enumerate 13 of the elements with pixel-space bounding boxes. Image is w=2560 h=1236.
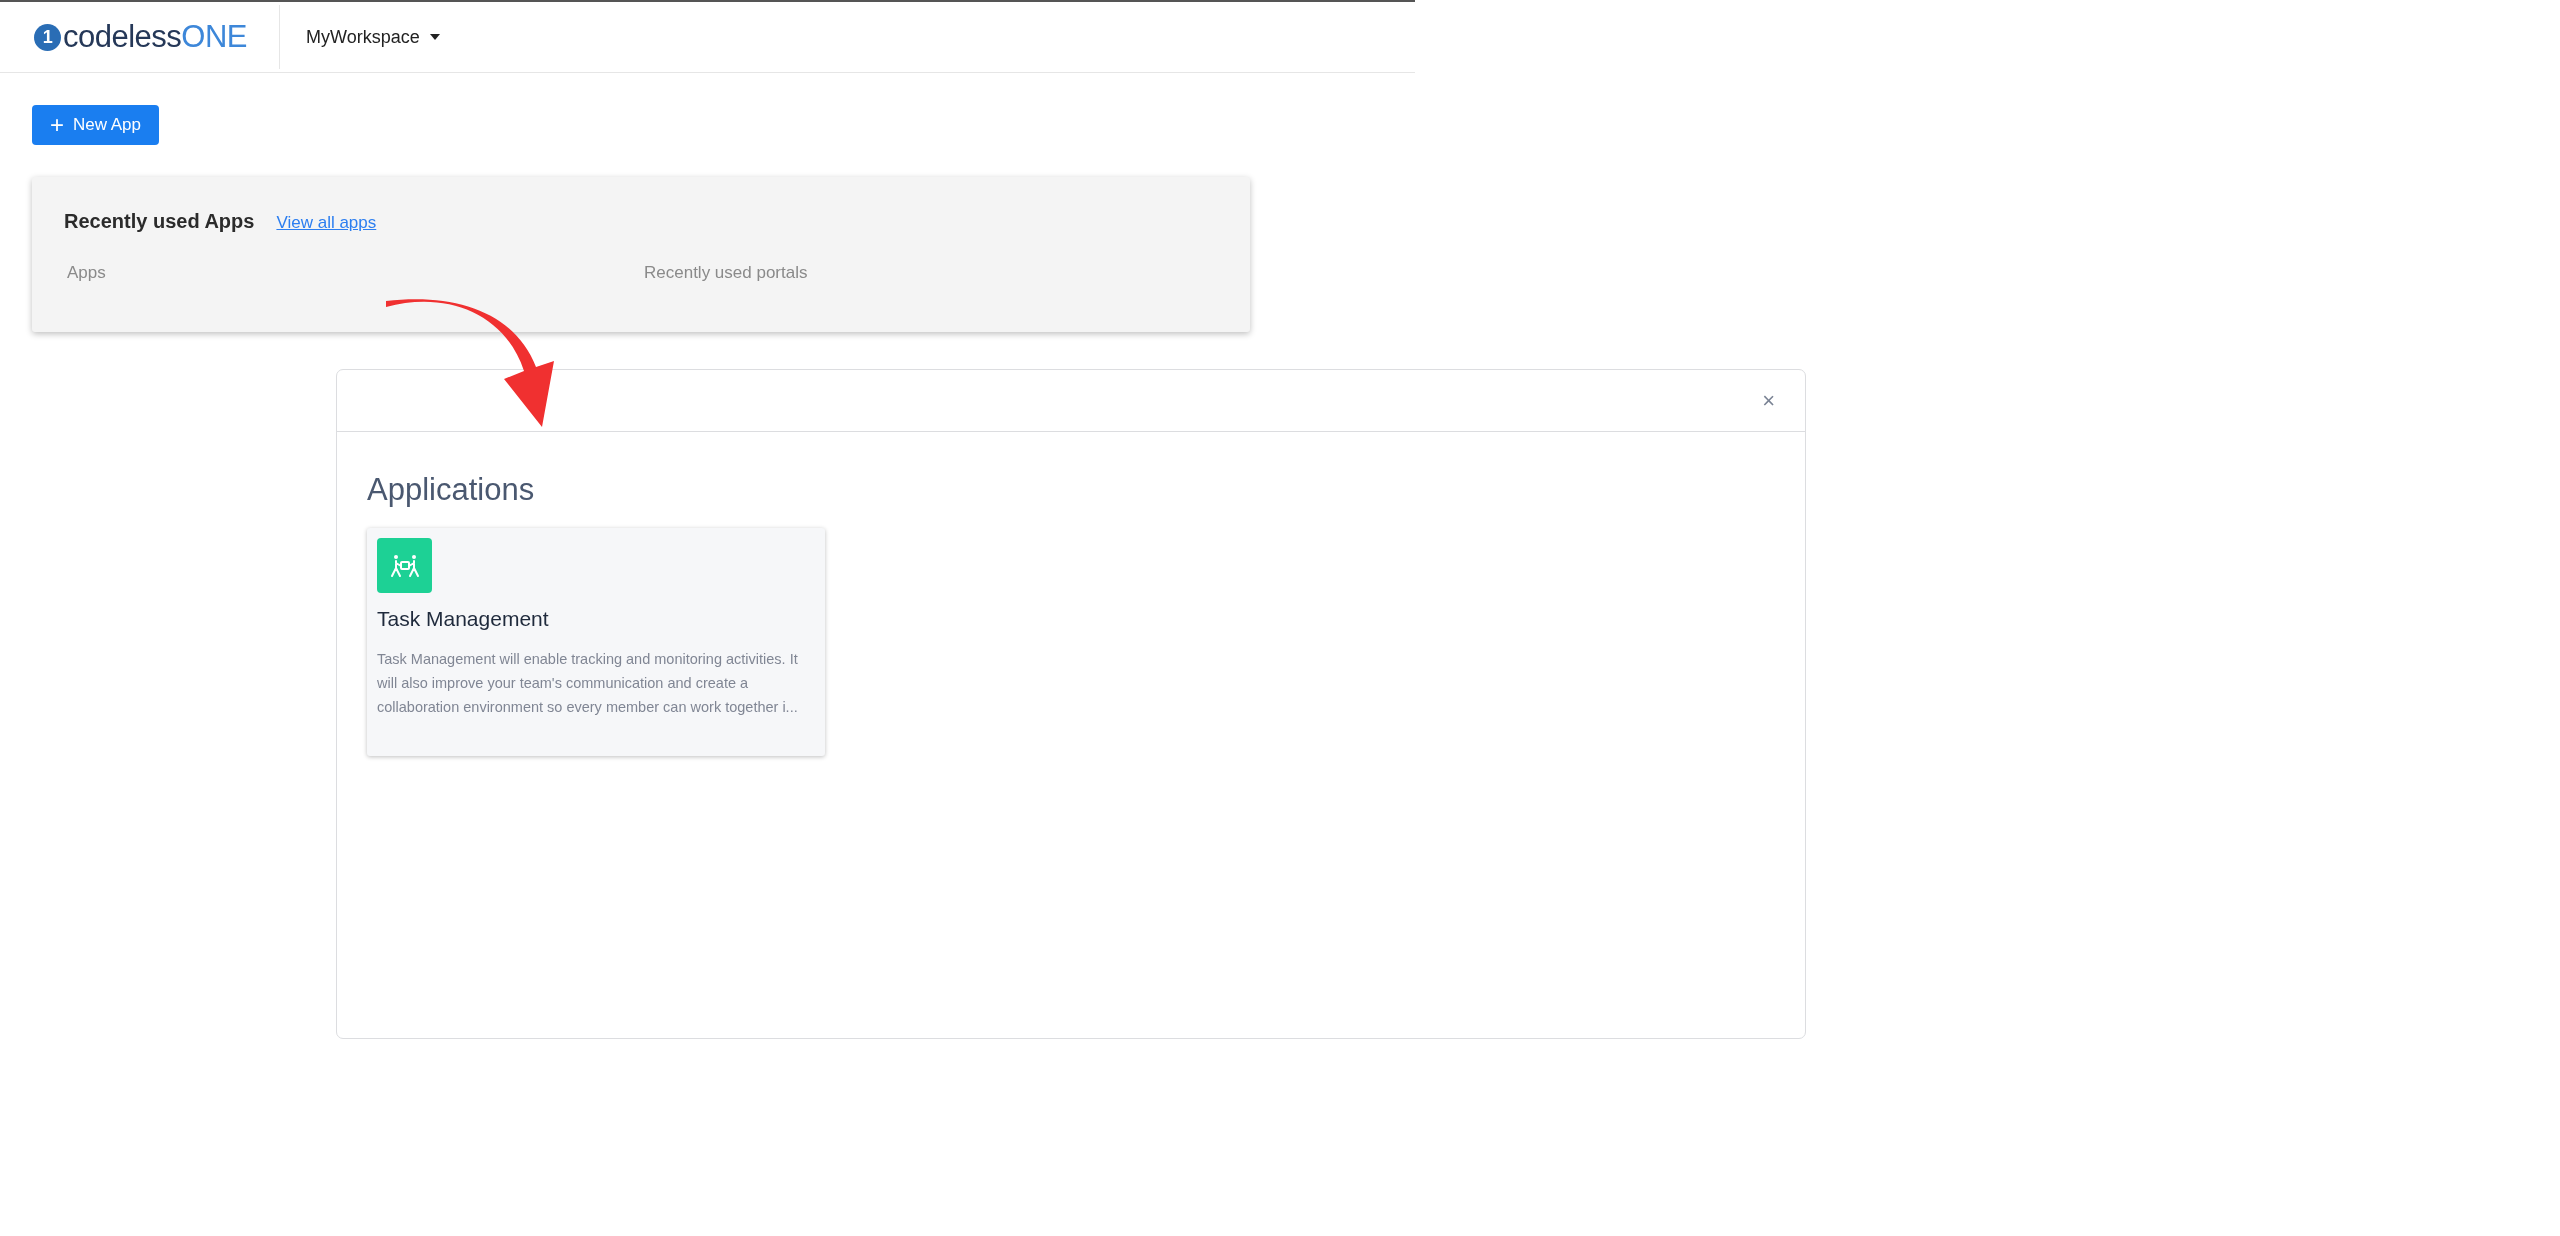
dialog-title: Applications [367,472,536,508]
view-all-apps-link[interactable]: View all apps [276,213,377,233]
column-heading: Apps [67,263,107,283]
column-heading: Recently used portals [644,263,808,283]
panel-title: Recently used Apps [64,210,255,233]
logo[interactable]: 1 codelessONE [34,19,248,55]
app-card[interactable] [367,528,825,756]
caret-icon [429,34,440,40]
workspace-dropdown[interactable]: MyWorkspace [306,22,440,52]
app-description: Task Management will enable tracking and monitoring activities. It will also improve your team's communication and create a collaboration environment so every member can work together i... [377,650,799,717]
close-button[interactable]: × [1758,387,1779,414]
app-name: Task Management [377,607,550,631]
new-app-button[interactable]: + New App [32,105,159,145]
